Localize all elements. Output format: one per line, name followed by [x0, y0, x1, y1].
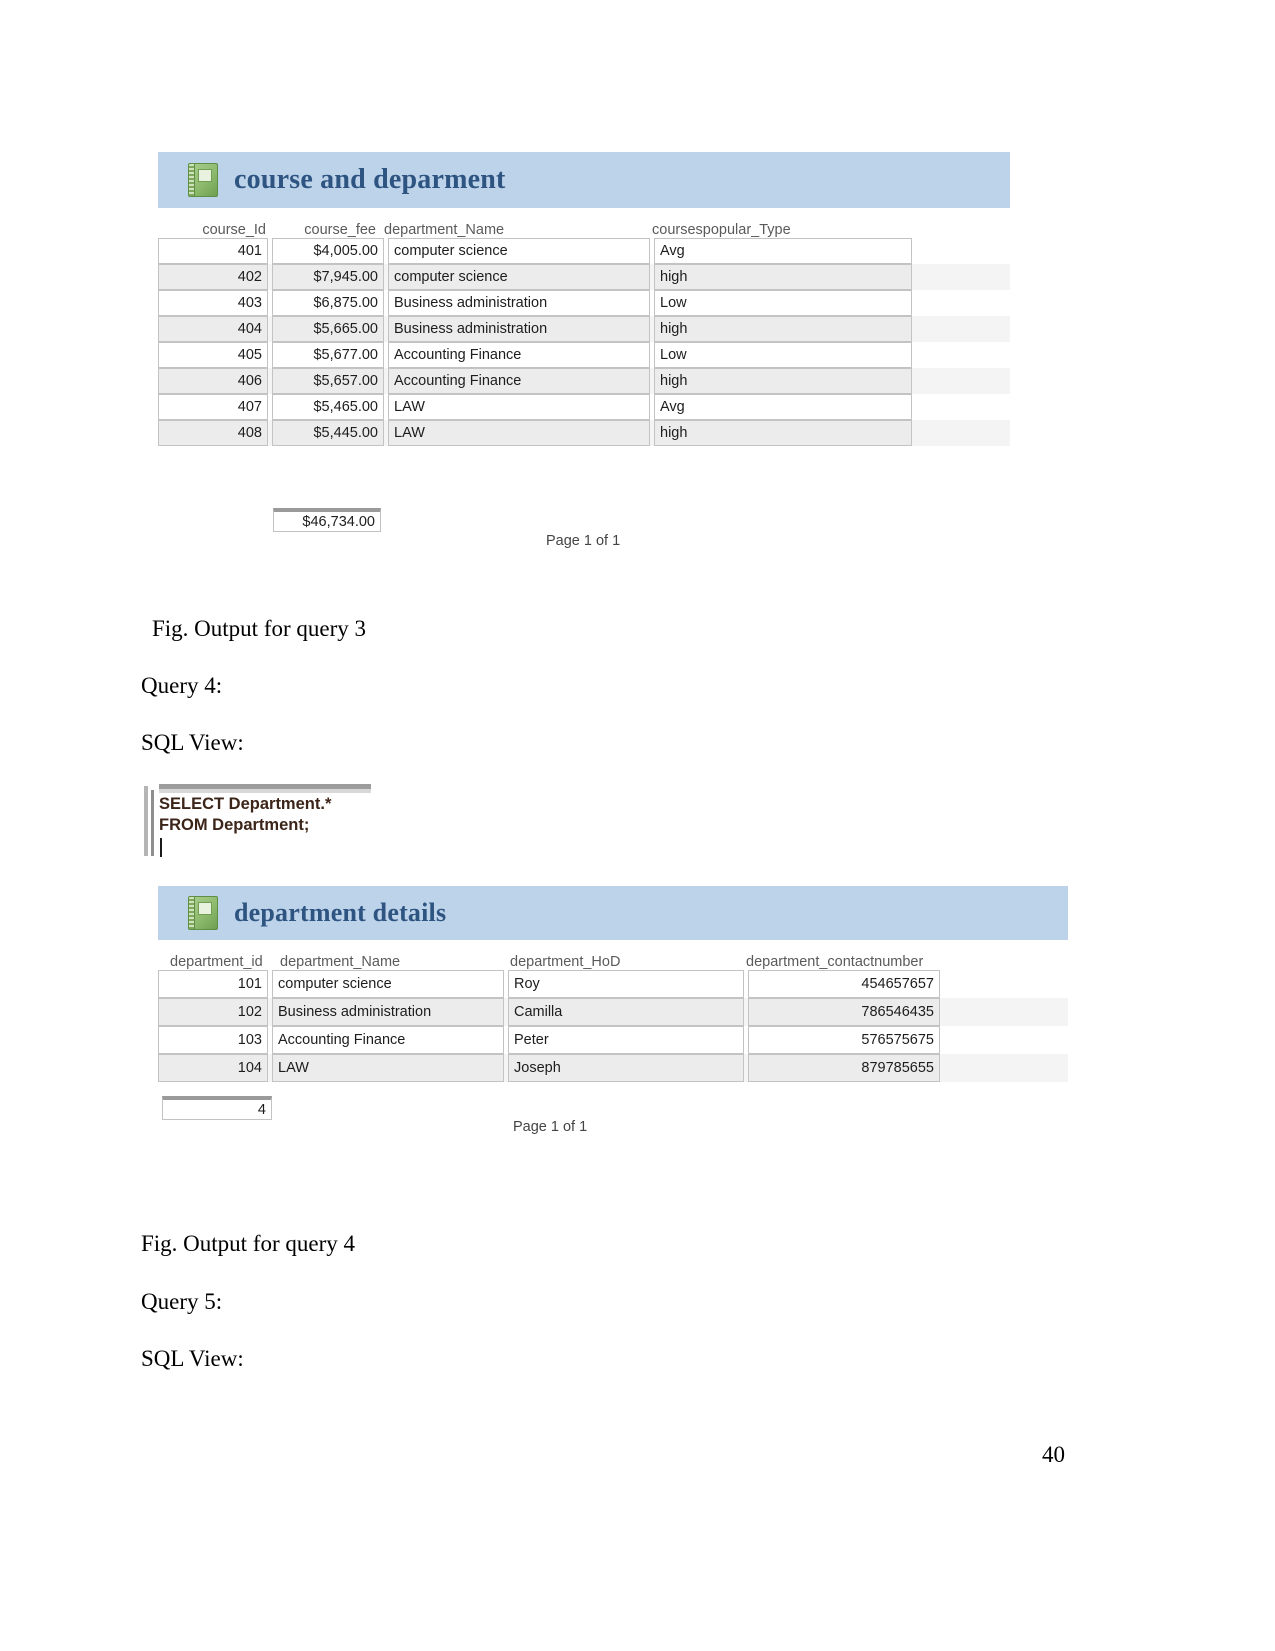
cell-department-name: computer science [388, 238, 650, 264]
cell-course-id: 404 [158, 316, 268, 342]
column-header-course-fee: course_fee [304, 222, 376, 238]
table-row: 402 $7,945.00 computer science high [158, 264, 1010, 290]
cell-department-hod: Joseph [508, 1054, 744, 1082]
course-fee-total: $46,734.00 [273, 508, 381, 532]
column-header-department-name: department_Name [384, 222, 505, 238]
sql-code-text: SELECT Department.* FROM Department; [159, 795, 332, 834]
cell-course-fee: $5,677.00 [272, 342, 384, 368]
cell-course-id: 405 [158, 342, 268, 368]
cell-department-id: 104 [158, 1054, 268, 1082]
cell-course-fee: $4,005.00 [272, 238, 384, 264]
cell-department-id: 101 [158, 970, 268, 998]
column-header-coursespopular-type: coursespopular_Type [652, 222, 791, 238]
table-row: 102 Business administration Camilla 7865… [158, 998, 1068, 1026]
cell-coursespopular-type: Avg [654, 394, 912, 420]
sql-panel-leftbar-inner [151, 790, 154, 856]
cell-department-name: Business administration [388, 290, 650, 316]
cell-department-id: 103 [158, 1026, 268, 1054]
cell-department-name: computer science [272, 970, 504, 998]
table-row: 405 $5,677.00 Accounting Finance Low [158, 342, 1010, 368]
report-department-page-footer: Page 1 of 1 [513, 1119, 588, 1135]
department-count-total: 4 [162, 1096, 272, 1120]
cell-department-name: Business administration [388, 316, 650, 342]
column-header-course-id: course_Id [202, 222, 266, 238]
table-row: 403 $6,875.00 Business administration Lo… [158, 290, 1010, 316]
cell-course-id: 402 [158, 264, 268, 290]
cell-department-name: Accounting Finance [388, 342, 650, 368]
cell-coursespopular-type: high [654, 420, 912, 446]
report-title-bar: course and deparment [158, 152, 1010, 208]
cell-department-contactnumber: 454657657 [748, 970, 940, 998]
table-row: 404 $5,665.00 Business administration hi… [158, 316, 1010, 342]
cell-coursespopular-type: Avg [654, 238, 912, 264]
notebook-icon [188, 896, 218, 930]
table-row: 104 LAW Joseph 879785655 [158, 1054, 1068, 1082]
table-row: 103 Accounting Finance Peter 576575675 [158, 1026, 1068, 1054]
caption-query4: Fig. Output for query 4 [141, 1231, 356, 1256]
table-row: 406 $5,657.00 Accounting Finance high [158, 368, 1010, 394]
cell-course-fee: $7,945.00 [272, 264, 384, 290]
sql-view-panel-query4[interactable]: SELECT Department.* FROM Department; [141, 784, 373, 862]
report-course-and-deparment: course and deparment course_Id course_fe… [158, 152, 1010, 446]
report-course-page-footer: Page 1 of 1 [546, 533, 621, 549]
cell-department-hod: Camilla [508, 998, 744, 1026]
cell-course-fee: $5,665.00 [272, 316, 384, 342]
cell-coursespopular-type: high [654, 316, 912, 342]
heading-query5: Query 5: [141, 1289, 223, 1314]
cell-course-fee: $6,875.00 [272, 290, 384, 316]
cell-department-contactnumber: 576575675 [748, 1026, 940, 1054]
column-header-row: department_id department_Name department… [158, 940, 1068, 970]
cell-coursespopular-type: Low [654, 342, 912, 368]
cell-coursespopular-type: high [654, 368, 912, 394]
cell-department-name: Accounting Finance [388, 368, 650, 394]
cell-department-name: LAW [388, 420, 650, 446]
cell-department-hod: Roy [508, 970, 744, 998]
cell-department-hod: Peter [508, 1026, 744, 1054]
cell-department-name: computer science [388, 264, 650, 290]
cell-course-id: 401 [158, 238, 268, 264]
label-sql-view-query5: SQL View: [141, 1346, 244, 1371]
cell-department-contactnumber: 786546435 [748, 998, 940, 1026]
cell-course-fee: $5,465.00 [272, 394, 384, 420]
cell-course-fee: $5,445.00 [272, 420, 384, 446]
report-rows: 401 $4,005.00 computer science Avg 402 $… [158, 238, 1010, 446]
cell-course-id: 403 [158, 290, 268, 316]
column-header-department-hod: department_HoD [510, 954, 621, 970]
table-row: 407 $5,465.00 LAW Avg [158, 394, 1010, 420]
cell-department-name: Accounting Finance [272, 1026, 504, 1054]
report-title: department details [234, 898, 447, 927]
report-department-details: department details department_id departm… [158, 886, 1068, 1082]
cell-course-id: 406 [158, 368, 268, 394]
page-number: 40 [1042, 1442, 1065, 1467]
caption-query3: Fig. Output for query 3 [152, 616, 367, 641]
report-rows: 101 computer science Roy 454657657 102 B… [158, 970, 1068, 1082]
cell-department-name: LAW [272, 1054, 504, 1082]
report-title-bar: department details [158, 886, 1068, 940]
heading-query4: Query 4: [141, 673, 223, 698]
table-row: 401 $4,005.00 computer science Avg [158, 238, 1010, 264]
column-header-department-name: department_Name [280, 954, 401, 970]
report-title: course and deparment [234, 164, 506, 195]
notebook-icon [188, 163, 218, 197]
sql-panel-topbar-shadow [159, 789, 371, 793]
table-row: 408 $5,445.00 LAW high [158, 420, 1010, 446]
cell-course-id: 407 [158, 394, 268, 420]
sql-panel-leftbar [144, 786, 148, 856]
label-sql-view-query4: SQL View: [141, 730, 244, 755]
column-header-department-id: department_id [170, 954, 263, 970]
column-header-department-contactnumber: department_contactnumber [746, 954, 924, 970]
table-row: 101 computer science Roy 454657657 [158, 970, 1068, 998]
cell-course-fee: $5,657.00 [272, 368, 384, 394]
cell-course-id: 408 [158, 420, 268, 446]
text-caret [160, 838, 162, 857]
cell-department-contactnumber: 879785655 [748, 1054, 940, 1082]
column-header-row: course_Id course_fee department_Name cou… [158, 208, 1010, 238]
cell-department-name: LAW [388, 394, 650, 420]
cell-department-name: Business administration [272, 998, 504, 1026]
cell-department-id: 102 [158, 998, 268, 1026]
cell-coursespopular-type: Low [654, 290, 912, 316]
cell-coursespopular-type: high [654, 264, 912, 290]
